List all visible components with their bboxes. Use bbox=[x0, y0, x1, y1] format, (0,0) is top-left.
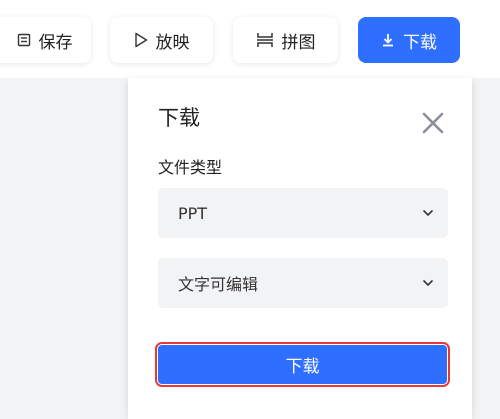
edit-mode-select[interactable]: 文字可编辑 bbox=[158, 258, 448, 308]
save-label: 保存 bbox=[38, 32, 73, 53]
edit-mode-value: 文字可编辑 bbox=[178, 275, 259, 294]
play-button[interactable]: 放映 bbox=[110, 17, 213, 63]
download-toolbar-button[interactable]: 下载 bbox=[358, 17, 460, 63]
puzzle-icon bbox=[256, 31, 274, 49]
chevron-down-icon bbox=[422, 279, 434, 287]
save-button[interactable]: 保存 bbox=[0, 17, 91, 63]
panel-title: 下载 bbox=[158, 106, 200, 130]
file-type-label: 文件类型 bbox=[158, 158, 223, 177]
download-toolbar-label: 下载 bbox=[403, 32, 437, 53]
download-icon bbox=[381, 33, 395, 47]
puzzle-label: 拼图 bbox=[281, 32, 316, 53]
download-confirm-label: 下载 bbox=[285, 357, 320, 377]
download-panel: 下载 文件类型 PPT 文字可编辑 下载 bbox=[128, 78, 472, 419]
puzzle-button[interactable]: 拼图 bbox=[233, 17, 338, 63]
play-label: 放映 bbox=[155, 32, 190, 53]
file-type-select[interactable]: PPT bbox=[158, 188, 448, 238]
play-icon bbox=[134, 32, 148, 48]
close-icon[interactable] bbox=[422, 112, 444, 134]
download-confirm-button[interactable]: 下载 bbox=[155, 342, 450, 387]
file-type-value: PPT bbox=[178, 203, 208, 223]
save-icon bbox=[17, 33, 31, 47]
chevron-down-icon bbox=[422, 209, 434, 217]
toolbar: 保存 放映 拼图 下载 bbox=[0, 0, 500, 78]
